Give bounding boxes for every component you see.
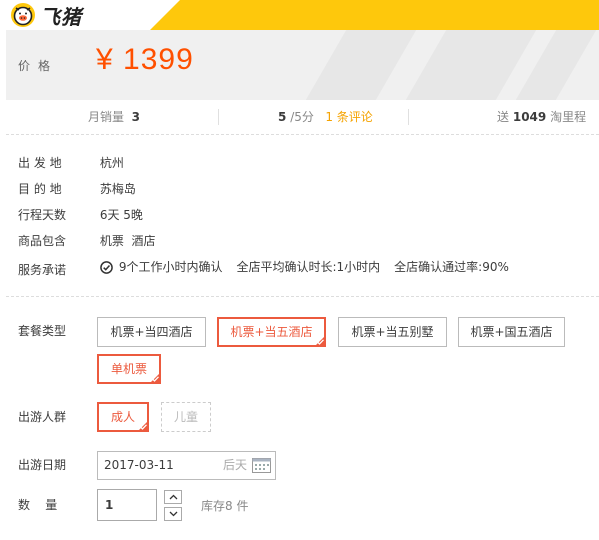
travelers-label: 出游人群: [18, 410, 67, 424]
date-value: 2017-03-11: [104, 458, 174, 472]
price-panel: 价格 ¥ 1399: [6, 30, 599, 100]
destination-value: 苏梅岛: [99, 182, 136, 196]
brand-banner: [150, 0, 599, 30]
service-promises: 9个工作小时内确认 全店平均确认时长:1小时内 全店确认通过率:90%: [100, 259, 517, 275]
duration-value: 6天 5晚: [99, 208, 143, 222]
traveler-child-option: 儿童: [161, 402, 211, 432]
price-label: 价格: [18, 59, 59, 73]
departure-label: 出 发 地: [18, 156, 62, 170]
review-link[interactable]: 1 条评论: [325, 110, 372, 124]
includes-row: 商品包含 机票 酒店: [18, 233, 155, 249]
service-item: 全店平均确认时长:1小时内: [236, 260, 381, 274]
duration-label: 行程天数: [18, 208, 67, 222]
date-label: 出游日期: [18, 458, 67, 472]
package-option[interactable]: 机票+当五别墅: [338, 317, 447, 347]
includes-value: 机票 酒店: [99, 234, 156, 248]
stats-row: 月销量 3 5 /5分 1 条评论 送 1049 淘里程: [6, 100, 599, 135]
quantity-label: 数 量: [18, 498, 58, 512]
stock-text: 库存8 件: [201, 499, 249, 513]
calendar-icon[interactable]: [252, 458, 271, 473]
service-item: 9个工作小时内确认: [118, 260, 223, 274]
check-circle-icon: [100, 260, 113, 274]
quantity-input[interactable]: 1: [97, 489, 157, 521]
mileage: 送 1049 淘里程: [497, 110, 587, 124]
service-item: 全店确认通过率:90%: [394, 260, 509, 274]
brand-name: 飞猪: [40, 4, 82, 29]
date-relative: 后天: [223, 458, 248, 472]
check-icon: [317, 339, 324, 345]
check-icon: [152, 376, 159, 382]
traveler-adult-option[interactable]: 成人: [97, 402, 149, 432]
destination-label: 目 的 地: [18, 182, 62, 196]
top-bar: 飞猪: [0, 0, 599, 30]
price-value: ¥ 1399: [96, 43, 194, 76]
package-option[interactable]: 机票+当四酒店: [97, 317, 206, 347]
service-row: 服务承诺 9个工作小时内确认 全店平均确认时长:1小时内 全店确认通过率:90%: [18, 259, 517, 277]
chevron-down-icon: [169, 511, 177, 517]
rating: 5 /5分 1 条评论: [278, 110, 373, 124]
chevron-up-icon: [169, 494, 177, 500]
package-option[interactable]: 机票+国五酒店: [458, 317, 565, 347]
pig-icon: [11, 3, 35, 27]
departure-row: 出 发 地 杭州: [18, 155, 124, 171]
monthly-sales: 月销量 3: [88, 110, 141, 124]
date-picker[interactable]: 2017-03-11 后天: [97, 451, 276, 480]
quantity-decrease-button[interactable]: [164, 507, 182, 521]
service-label: 服务承诺: [18, 262, 67, 277]
departure-value: 杭州: [99, 156, 124, 170]
check-icon: [140, 424, 147, 430]
destination-row: 目 的 地 苏梅岛: [18, 181, 136, 197]
package-option-selected[interactable]: 单机票: [97, 354, 161, 384]
package-label: 套餐类型: [18, 324, 67, 338]
quantity-increase-button[interactable]: [164, 490, 182, 504]
logo[interactable]: 飞猪: [10, 0, 82, 30]
duration-row: 行程天数 6天 5晚: [18, 207, 143, 223]
divider: [6, 296, 599, 297]
includes-label: 商品包含: [18, 234, 67, 248]
package-option-selected[interactable]: 机票+当五酒店: [217, 317, 326, 347]
